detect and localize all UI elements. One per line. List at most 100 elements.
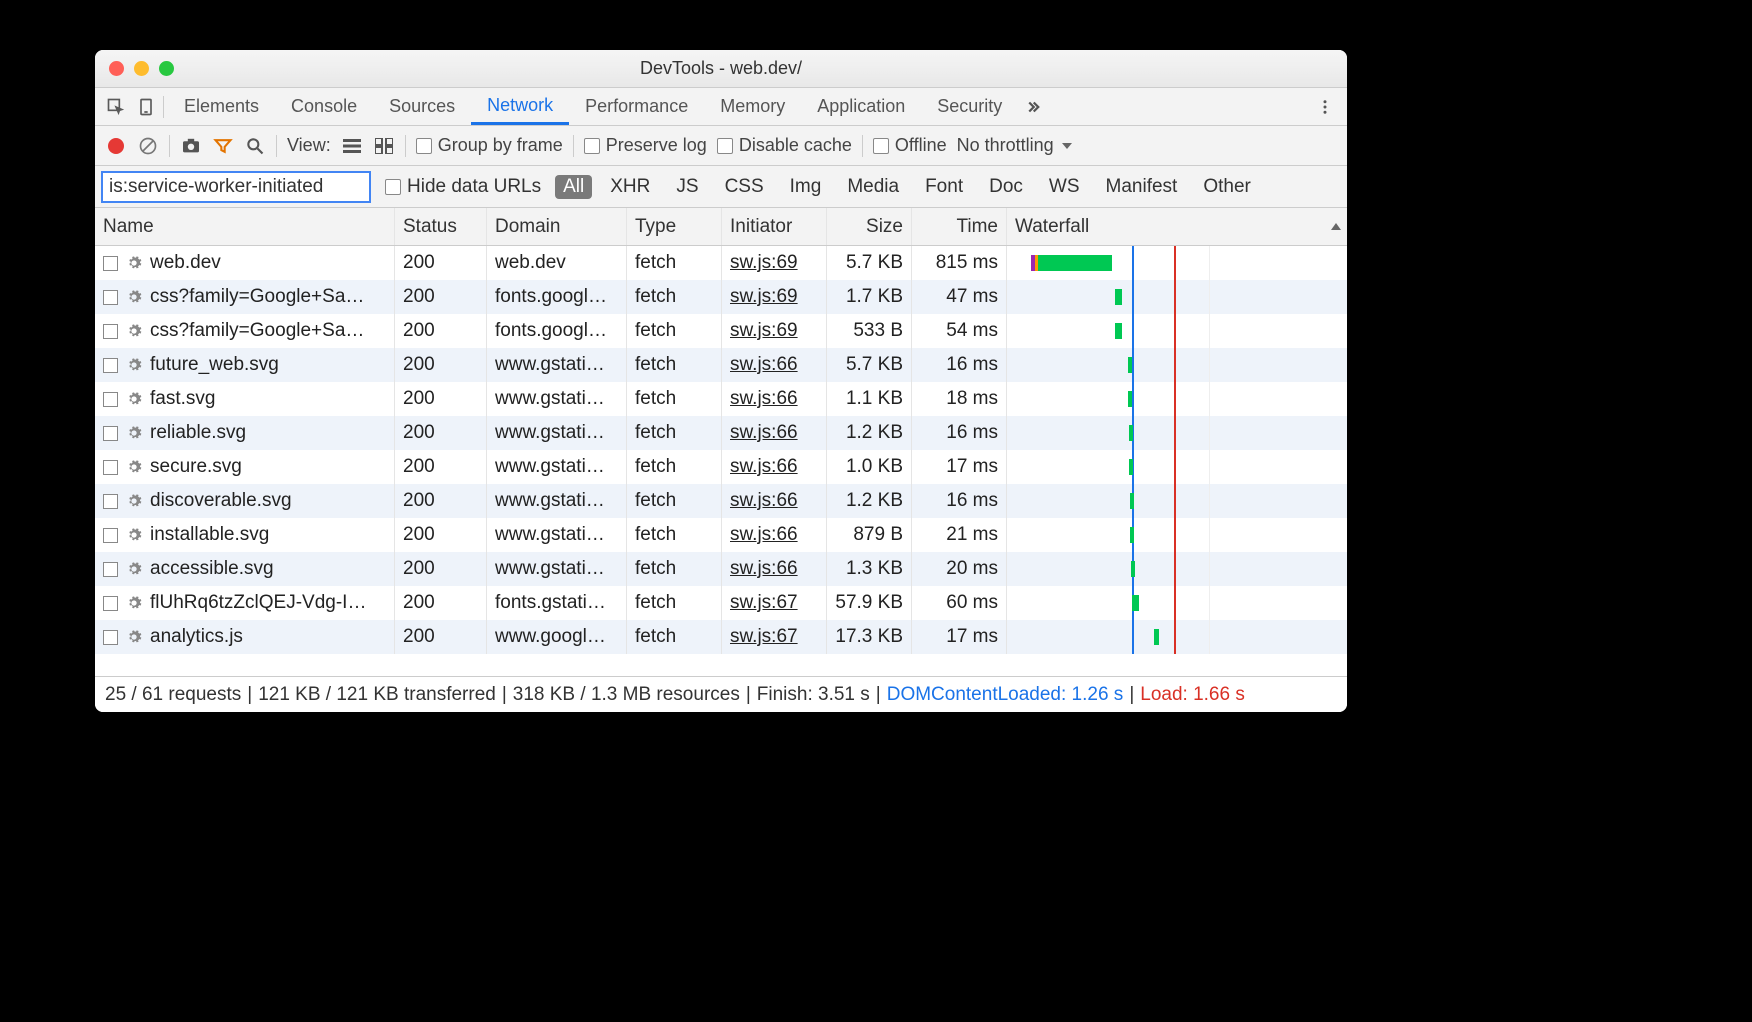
- col-type[interactable]: Type: [627, 208, 722, 245]
- search-icon[interactable]: [244, 135, 266, 157]
- tab-memory[interactable]: Memory: [704, 88, 801, 125]
- table-row[interactable]: future_web.svg200www.gstati…fetchsw.js:6…: [95, 348, 1347, 382]
- table-row[interactable]: accessible.svg200www.gstati…fetchsw.js:6…: [95, 552, 1347, 586]
- row-checkbox[interactable]: [103, 290, 118, 305]
- table-row[interactable]: css?family=Google+Sa…200fonts.googl…fetc…: [95, 280, 1347, 314]
- filter-type-css[interactable]: CSS: [717, 175, 772, 199]
- filter-type-js[interactable]: JS: [668, 175, 706, 199]
- throttling-dropdown[interactable]: No throttling: [957, 135, 1072, 156]
- initiator-link[interactable]: sw.js:66: [730, 354, 798, 376]
- filter-type-media[interactable]: Media: [839, 175, 907, 199]
- cell-status: 200: [395, 246, 487, 280]
- col-time[interactable]: Time: [912, 208, 1007, 245]
- gear-icon: [126, 391, 142, 407]
- request-name: installable.svg: [150, 524, 269, 546]
- filter-type-img[interactable]: Img: [782, 175, 830, 199]
- table-row[interactable]: reliable.svg200www.gstati…fetchsw.js:661…: [95, 416, 1347, 450]
- row-checkbox[interactable]: [103, 494, 118, 509]
- inspect-element-icon[interactable]: [103, 94, 129, 120]
- col-domain[interactable]: Domain: [487, 208, 627, 245]
- row-checkbox[interactable]: [103, 596, 118, 611]
- initiator-link[interactable]: sw.js:66: [730, 456, 798, 478]
- row-checkbox[interactable]: [103, 358, 118, 373]
- tab-security[interactable]: Security: [921, 88, 1018, 125]
- tab-sources[interactable]: Sources: [373, 88, 471, 125]
- capture-screenshots-icon[interactable]: [180, 135, 202, 157]
- filter-icon[interactable]: [212, 135, 234, 157]
- separator: [276, 135, 277, 157]
- filter-type-doc[interactable]: Doc: [981, 175, 1031, 199]
- filter-type-font[interactable]: Font: [917, 175, 971, 199]
- row-checkbox[interactable]: [103, 392, 118, 407]
- filter-type-other[interactable]: Other: [1195, 175, 1259, 199]
- overview-icon[interactable]: [373, 135, 395, 157]
- tab-elements[interactable]: Elements: [168, 88, 275, 125]
- row-checkbox[interactable]: [103, 256, 118, 271]
- table-row[interactable]: secure.svg200www.gstati…fetchsw.js:661.0…: [95, 450, 1347, 484]
- initiator-link[interactable]: sw.js:67: [730, 626, 798, 648]
- filter-input[interactable]: [101, 171, 371, 203]
- settings-menu-icon[interactable]: [1311, 93, 1339, 121]
- initiator-link[interactable]: sw.js:69: [730, 252, 798, 274]
- cell-waterfall: [1007, 314, 1347, 348]
- filter-type-manifest[interactable]: Manifest: [1098, 175, 1186, 199]
- cell-type: fetch: [627, 280, 722, 314]
- initiator-link[interactable]: sw.js:66: [730, 388, 798, 410]
- minimize-window-button[interactable]: [134, 61, 149, 76]
- toggle-device-icon[interactable]: [133, 94, 159, 120]
- table-row[interactable]: discoverable.svg200www.gstati…fetchsw.js…: [95, 484, 1347, 518]
- table-row[interactable]: flUhRq6tzZclQEJ-Vdg-I…200fonts.gstati…fe…: [95, 586, 1347, 620]
- filter-type-all[interactable]: All: [555, 175, 592, 199]
- offline-checkbox[interactable]: Offline: [873, 135, 947, 156]
- initiator-link[interactable]: sw.js:66: [730, 558, 798, 580]
- row-checkbox[interactable]: [103, 460, 118, 475]
- col-initiator[interactable]: Initiator: [722, 208, 827, 245]
- tab-application[interactable]: Application: [801, 88, 921, 125]
- cell-size: 533 B: [827, 314, 912, 348]
- filter-type-xhr[interactable]: XHR: [602, 175, 658, 199]
- row-checkbox[interactable]: [103, 426, 118, 441]
- col-waterfall[interactable]: Waterfall: [1007, 208, 1347, 245]
- tab-network[interactable]: Network: [471, 88, 569, 125]
- initiator-link[interactable]: sw.js:66: [730, 490, 798, 512]
- more-tabs-icon[interactable]: [1022, 98, 1050, 116]
- group-by-frame-checkbox[interactable]: Group by frame: [416, 135, 563, 156]
- table-row[interactable]: web.dev200web.devfetchsw.js:695.7 KB815 …: [95, 246, 1347, 280]
- row-checkbox[interactable]: [103, 324, 118, 339]
- cell-size: 1.2 KB: [827, 416, 912, 450]
- close-window-button[interactable]: [109, 61, 124, 76]
- col-size[interactable]: Size: [827, 208, 912, 245]
- table-row[interactable]: analytics.js200www.googl…fetchsw.js:6717…: [95, 620, 1347, 654]
- disable-cache-checkbox[interactable]: Disable cache: [717, 135, 852, 156]
- filter-type-ws[interactable]: WS: [1041, 175, 1088, 199]
- cell-time: 16 ms: [912, 348, 1007, 382]
- large-rows-icon[interactable]: [341, 135, 363, 157]
- row-checkbox[interactable]: [103, 528, 118, 543]
- initiator-link[interactable]: sw.js:66: [730, 524, 798, 546]
- col-status[interactable]: Status: [395, 208, 487, 245]
- initiator-link[interactable]: sw.js:69: [730, 320, 798, 342]
- initiator-link[interactable]: sw.js:66: [730, 422, 798, 444]
- row-checkbox[interactable]: [103, 630, 118, 645]
- preserve-log-checkbox[interactable]: Preserve log: [584, 135, 707, 156]
- cell-status: 200: [395, 382, 487, 416]
- clear-button[interactable]: [137, 135, 159, 157]
- devtools-window: DevTools - web.dev/ ElementsConsoleSourc…: [95, 50, 1347, 712]
- status-load: Load: 1.66 s: [1140, 684, 1245, 706]
- table-row[interactable]: css?family=Google+Sa…200fonts.googl…fetc…: [95, 314, 1347, 348]
- table-row[interactable]: installable.svg200www.gstati…fetchsw.js:…: [95, 518, 1347, 552]
- cell-waterfall: [1007, 484, 1347, 518]
- window-title: DevTools - web.dev/: [95, 58, 1347, 79]
- tab-console[interactable]: Console: [275, 88, 373, 125]
- record-button[interactable]: [105, 135, 127, 157]
- hide-data-urls-checkbox[interactable]: Hide data URLs: [385, 176, 541, 198]
- table-row[interactable]: fast.svg200www.gstati…fetchsw.js:661.1 K…: [95, 382, 1347, 416]
- col-name[interactable]: Name: [95, 208, 395, 245]
- initiator-link[interactable]: sw.js:67: [730, 592, 798, 614]
- initiator-link[interactable]: sw.js:69: [730, 286, 798, 308]
- cell-waterfall: [1007, 416, 1347, 450]
- status-resources: 318 KB / 1.3 MB resources: [513, 684, 740, 706]
- row-checkbox[interactable]: [103, 562, 118, 577]
- tab-performance[interactable]: Performance: [569, 88, 704, 125]
- zoom-window-button[interactable]: [159, 61, 174, 76]
